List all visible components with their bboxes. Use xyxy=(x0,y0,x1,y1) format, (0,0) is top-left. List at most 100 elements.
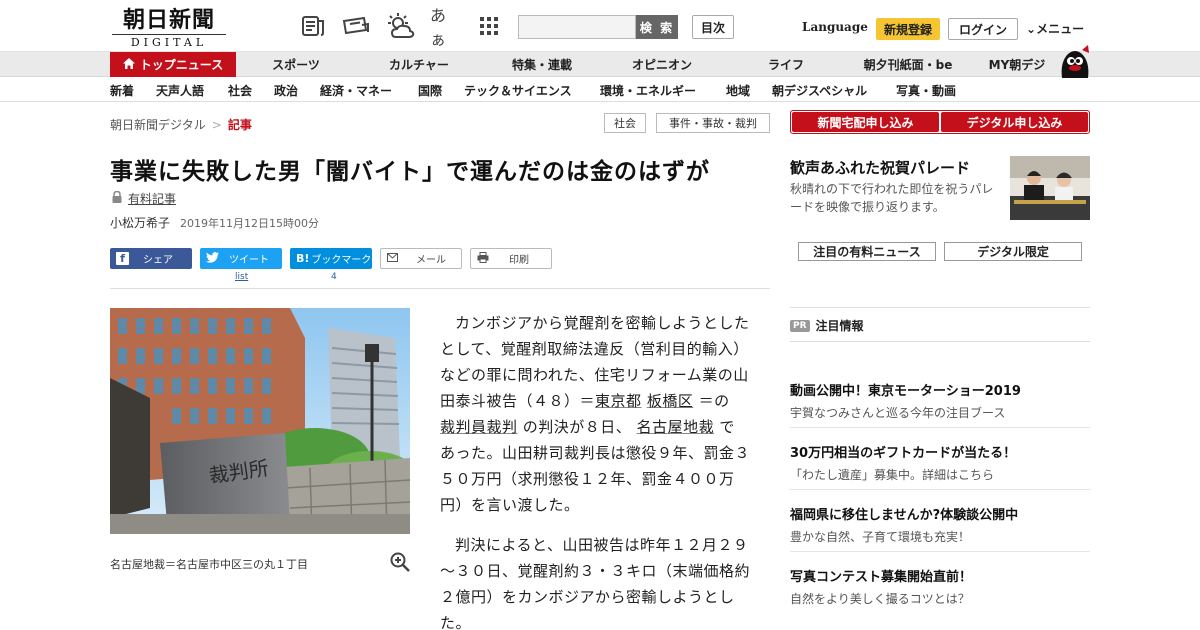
gnav-item-opinion[interactable]: オピニオン xyxy=(616,52,708,77)
menu-label: メニュー xyxy=(1036,22,1085,36)
pr-item-title: 30万円相当のギフトカードが当たる！ xyxy=(790,446,1017,461)
print-button[interactable]: 印刷 xyxy=(470,248,552,269)
print-label: 印刷 xyxy=(509,255,529,266)
digital-subscribe-button[interactable]: デジタル申し込み xyxy=(941,112,1088,132)
feature-thumbnail[interactable] xyxy=(1010,156,1090,220)
gnav-item-culture[interactable]: カルチャー xyxy=(372,52,466,77)
divider xyxy=(790,341,1090,342)
facebook-share-button[interactable]: f シェア xyxy=(110,248,192,269)
pr-item-desc: 豊かな自然、子育て環境も充実！ xyxy=(790,530,971,544)
newspaper-delivery-button[interactable]: 新聞宅配申し込み xyxy=(792,112,939,132)
subnav-item-economy[interactable]: 経済・マネー xyxy=(320,78,392,102)
register-button[interactable]: 新規登録 xyxy=(876,18,940,40)
pr-item[interactable]: 福岡県に移住しませんか?体験談公開中 豊かな自然、子育て環境も充実！ xyxy=(790,504,1090,545)
pr-item-title: 写真コンテスト募集開始直前！ xyxy=(790,570,973,585)
twitter-share-button[interactable]: ツイート xyxy=(200,248,282,269)
mascot-icon[interactable] xyxy=(1058,44,1092,78)
subnav-item-politics[interactable]: 政治 xyxy=(274,78,298,102)
gnav-item-my[interactable]: MY朝デジ xyxy=(982,52,1052,77)
hatena-icon: B! xyxy=(296,252,310,265)
link-tokyo[interactable]: 東京都 xyxy=(595,392,642,410)
pr-item-title: 福岡県に移住しませんか?体験談公開中 xyxy=(790,508,1019,523)
subnav-item-new[interactable]: 新着 xyxy=(110,78,134,102)
pr-item[interactable]: 写真コンテスト募集開始直前！ 自然をより美しく撮るコツとは？ xyxy=(790,566,1090,607)
subnav-item-region[interactable]: 地域 xyxy=(726,78,750,102)
search-button[interactable]: 検 索 xyxy=(636,15,678,39)
tweet-label: ツイート xyxy=(229,255,269,266)
font-size-icon[interactable]: あぁ xyxy=(430,6,460,49)
subnav-item-environment[interactable]: 環境・エネルギー xyxy=(600,78,696,102)
language-link[interactable]: Language xyxy=(802,20,868,34)
hatena-bookmark-button[interactable]: B! ブックマーク xyxy=(290,248,372,269)
tag-incident[interactable]: 事件・事故・裁判 xyxy=(656,113,770,133)
gnav-item-sports[interactable]: スポーツ xyxy=(250,52,342,77)
subscription-box: 新聞宅配申し込み デジタル申し込み xyxy=(790,110,1090,134)
lock-icon xyxy=(112,190,122,206)
twitter-icon xyxy=(206,251,219,266)
breadcrumb: 朝日新聞デジタル > 記事 xyxy=(110,116,252,133)
link-itabashi[interactable]: 板橋区 xyxy=(647,392,694,410)
subnav-item-society[interactable]: 社会 xyxy=(228,78,252,102)
pr-header: PR 注目情報 xyxy=(790,317,864,334)
gnav-item-papers[interactable]: 朝夕刊紙面・be xyxy=(856,52,960,77)
breadcrumb-root[interactable]: 朝日新聞デジタル xyxy=(110,118,206,132)
login-button[interactable]: ログイン xyxy=(948,18,1018,40)
weather-icon[interactable] xyxy=(386,13,416,38)
article-body: カンボジアから覚醒剤を密輸しようとしたとして、覚醒剤取締法違反（営利目的輸入）な… xyxy=(440,310,750,630)
divider xyxy=(790,307,1090,308)
subnav-item-world[interactable]: 国際 xyxy=(418,78,442,102)
ticket-icon[interactable] xyxy=(342,14,370,38)
photo-caption: 名古屋地裁＝名古屋市中区三の丸１丁目 xyxy=(110,558,308,571)
paid-news-button[interactable]: 注目の有料ニュース xyxy=(798,242,936,261)
article-photo[interactable]: 裁判所 xyxy=(110,308,410,534)
pr-item[interactable]: 30万円相当のギフトカードが当たる！ 「わたし遺産」募集中。詳細はこちら xyxy=(790,442,1090,483)
mail-share-button[interactable]: メール xyxy=(380,248,462,269)
global-nav: トップニュース スポーツ カルチャー 特集・連載 オピニオン ライフ 朝夕刊紙面… xyxy=(0,52,1200,77)
subnav-item-photo[interactable]: 写真・動画 xyxy=(896,78,956,102)
pr-label: 注目情報 xyxy=(815,319,864,333)
feature-description: 秋晴れの下で行われた即位を祝うパレードを映像で振り返ります。 xyxy=(790,182,994,214)
paid-label-text[interactable]: 有料記事 xyxy=(128,190,176,207)
toc-button[interactable]: 目次 xyxy=(692,15,734,39)
subnav-item-tech[interactable]: テック＆サイエンス xyxy=(464,78,572,102)
newspaper-icon[interactable] xyxy=(300,14,326,38)
gnav-item-top[interactable]: トップニュース xyxy=(110,52,236,77)
pr-item-desc: 宇賀なつみさんと巡る今年の注目ブース xyxy=(790,406,1006,420)
subnav-item-tensei[interactable]: 天声人語 xyxy=(156,78,204,102)
author: 小松万希子 xyxy=(110,216,171,230)
paragraph: 判決によると、山田被告は昨年１２月２９～３０日、覚醒剤約３・３キロ（末端価格約２… xyxy=(440,536,751,630)
paragraph: カンボジアから覚醒剤を密輸しようとしたとして、覚醒剤取締法違反（営利目的輸入）な… xyxy=(440,314,751,514)
breadcrumb-current: 記事 xyxy=(227,118,252,132)
digital-only-button[interactable]: デジタル限定 xyxy=(944,242,1082,261)
gnav-item-life[interactable]: ライフ xyxy=(740,52,832,77)
link-nagoya-court[interactable]: 名古屋地裁 xyxy=(637,418,715,436)
divider xyxy=(790,427,1090,428)
pr-badge: PR xyxy=(790,319,810,332)
search-input[interactable] xyxy=(518,15,636,39)
menu-button[interactable]: ⌄メニュー xyxy=(1026,20,1084,37)
tag-society[interactable]: 社会 xyxy=(604,113,646,133)
zoom-in-icon[interactable] xyxy=(390,552,410,572)
print-icon xyxy=(477,251,489,266)
mail-icon xyxy=(387,252,398,265)
logo-en: DIGITAL xyxy=(112,34,226,49)
pr-item[interactable]: 動画公開中！東京モーターショー2019 宇賀なつみさんと巡る今年の注目ブース xyxy=(790,380,1090,421)
grid-icon[interactable] xyxy=(476,14,502,38)
twitter-count[interactable]: list xyxy=(235,272,248,282)
link-saibanin[interactable]: 裁判員裁判 xyxy=(440,418,518,436)
divider xyxy=(790,551,1090,552)
bookmark-label: ブックマーク xyxy=(311,255,372,266)
asahi-logo[interactable]: 朝日新聞 DIGITAL xyxy=(112,8,226,49)
byline: 小松万希子 2019年11月12日15時00分 xyxy=(110,214,319,231)
pr-item-desc: 自然をより美しく撮るコツとは？ xyxy=(790,592,970,606)
publish-date: 2019年11月12日15時00分 xyxy=(180,217,319,230)
chevron-down-icon: ⌄ xyxy=(1026,22,1037,36)
gnav-item-features[interactable]: 特集・連載 xyxy=(496,52,588,77)
site-header: 朝日新聞 DIGITAL あぁ 検 索 目次 Language 新規登録 ログイ… xyxy=(0,0,1200,52)
subnav-item-special[interactable]: 朝デジスペシャル xyxy=(772,78,867,102)
feature-title[interactable]: 歓声あふれた祝賀パレード xyxy=(790,157,970,178)
pr-item-desc: 「わたし遺産」募集中。詳細はこちら xyxy=(790,468,995,482)
sub-nav: 新着 天声人語 社会 政治 経済・マネー 国際 テック＆サイエンス 環境・エネル… xyxy=(0,78,1200,102)
home-icon xyxy=(122,57,135,72)
pr-item-title: 動画公開中！東京モーターショー2019 xyxy=(790,384,1021,399)
